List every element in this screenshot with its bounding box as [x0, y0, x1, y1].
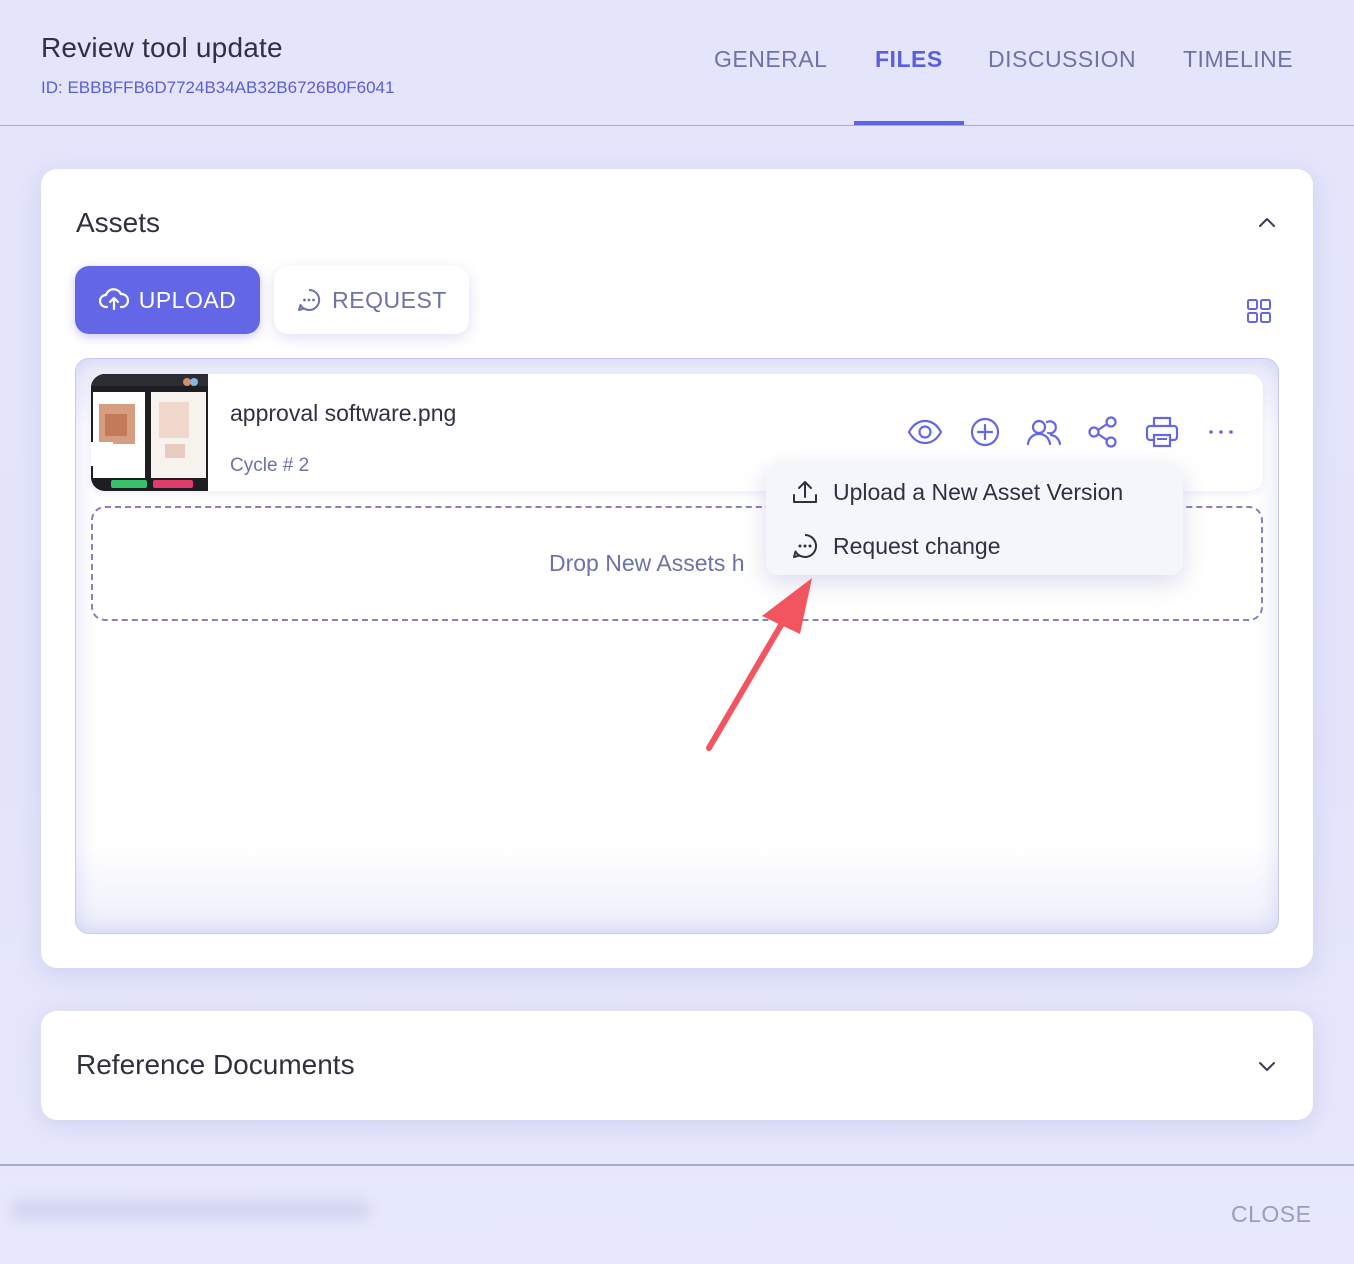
tab-timeline[interactable]: TIMELINE — [1183, 46, 1293, 73]
tab-general[interactable]: GENERAL — [714, 46, 827, 73]
share-icon[interactable] — [1085, 414, 1121, 450]
chat-icon — [791, 532, 819, 560]
asset-cycle: Cycle # 2 — [230, 455, 310, 476]
tab-files[interactable]: FILES — [875, 46, 943, 73]
print-icon[interactable] — [1144, 414, 1180, 450]
annotation-arrow — [706, 578, 812, 751]
asset-name[interactable]: approval software.png — [230, 400, 456, 427]
menu-item-label: Upload a New Asset Version — [833, 478, 1124, 505]
asset-thumbnail[interactable] — [91, 374, 208, 491]
review-modal: Review tool update ID: EBBBFFB6D7724B34A… — [0, 0, 1354, 1264]
grid-view-icon[interactable] — [1246, 298, 1272, 324]
active-tab-indicator — [854, 121, 964, 125]
tab-discussion[interactable]: DISCUSSION — [988, 46, 1136, 73]
chat-icon — [296, 287, 322, 313]
close-button[interactable]: CLOSE — [1231, 1201, 1311, 1228]
upload-icon — [791, 478, 819, 506]
asset-list: approval software.png Cycle # 2 Drop New… — [75, 358, 1279, 934]
eye-icon[interactable] — [907, 414, 943, 450]
request-label: REQUEST — [332, 286, 447, 313]
request-button[interactable]: REQUEST — [274, 266, 469, 334]
asset-context-menu: Upload a New Asset Version Request chang… — [766, 463, 1183, 575]
upload-label: UPLOAD — [138, 286, 237, 313]
tab-bar: GENERAL FILES DISCUSSION TIMELINE — [0, 0, 1354, 126]
users-icon[interactable] — [1026, 414, 1062, 450]
cloud-upload-icon — [98, 287, 129, 313]
reference-documents-panel: Reference Documents — [41, 1011, 1313, 1120]
assets-title: Assets — [76, 207, 161, 238]
chevron-up-icon[interactable] — [1256, 212, 1278, 234]
menu-item-upload-version[interactable]: Upload a New Asset Version — [766, 465, 1183, 519]
reference-title: Reference Documents — [76, 1049, 355, 1080]
menu-item-label: Request change — [833, 532, 1001, 559]
blurred-background — [10, 1200, 370, 1220]
menu-item-request-change[interactable]: Request change — [766, 519, 1183, 573]
chevron-down-icon[interactable] — [1256, 1055, 1278, 1077]
more-icon[interactable] — [1203, 414, 1239, 450]
upload-button[interactable]: UPLOAD — [75, 266, 260, 334]
modal-header: Review tool update ID: EBBBFFB6D7724B34A… — [0, 0, 1354, 126]
footer-divider — [0, 1164, 1354, 1166]
plus-circle-icon[interactable] — [967, 414, 1003, 450]
